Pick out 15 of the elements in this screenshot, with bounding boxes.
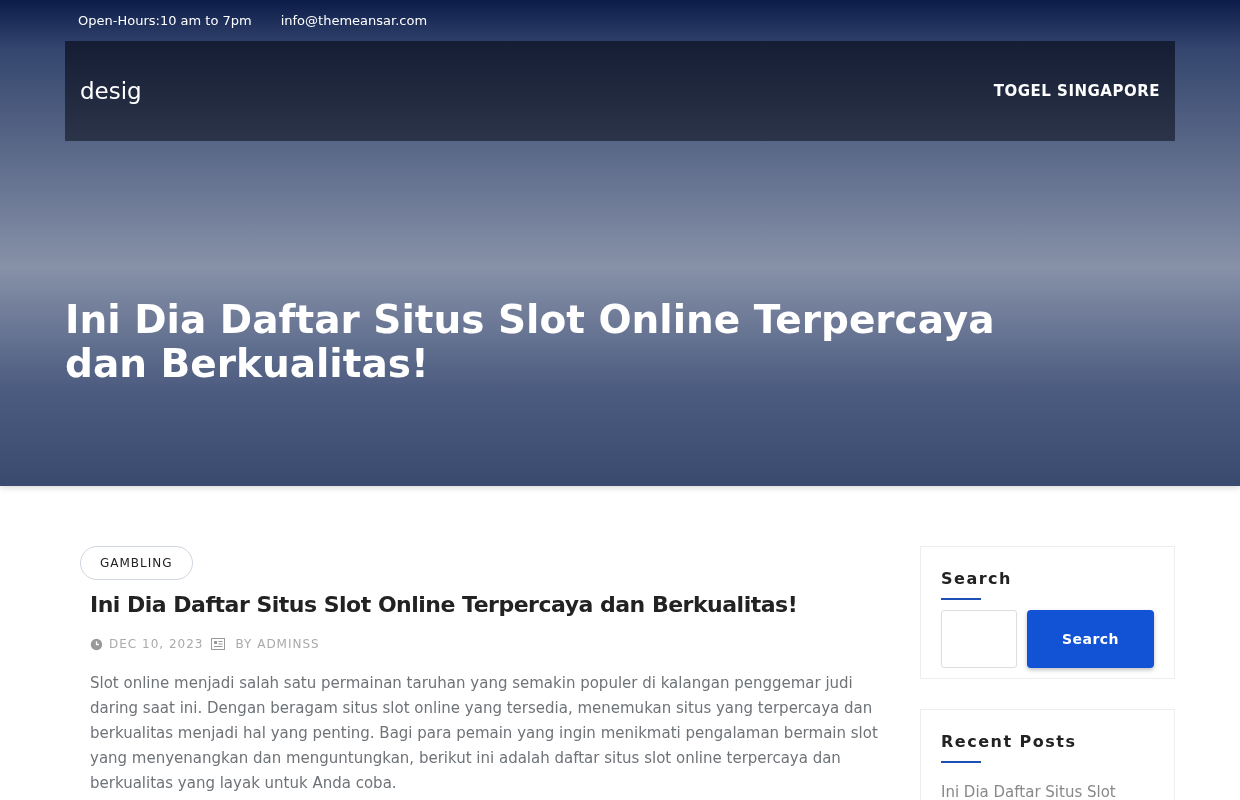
clock-icon — [90, 637, 103, 651]
post-date: DEC 10, 2023 — [109, 636, 204, 653]
recent-post-link[interactable]: Ini Dia Daftar Situs Slot — [941, 781, 1154, 800]
nav-link[interactable]: TOGEL SINGAPORE — [993, 79, 1160, 103]
hero-title: Ini Dia Daftar Situs Slot Online Terpercaya dan Berkualitas! — [65, 298, 996, 386]
post-title[interactable]: Ini Dia Daftar Situs Slot Online Terpercaya dan Berkualitas! — [90, 588, 875, 621]
post-excerpt: Slot online menjadi salah satu permainan taruhan yang semakin populer di kalangan penggemar judi daring saat ini. Dengan beragam situs slot online yang tersedia, menemukan situs yang terpercaya dan berkualitas menjadi hal yang penting. Bagi para pemain yang ingin menikmati pengalaman bermain slot yang menyenangkan dan menguntungkan, berikut ini adalah daftar situs slot online terpercaya dan berkualitas yang layak untuk Anda coba. — [90, 673, 879, 794]
open-hours-text: Open-Hours:10 am to 7pm — [78, 11, 252, 30]
widget-title: Recent Posts — [941, 731, 1078, 753]
site-logo[interactable]: desig — [80, 73, 142, 109]
newspaper-icon — [211, 638, 226, 650]
widget-title: Search — [941, 568, 1013, 590]
search-button[interactable]: Search — [1027, 610, 1154, 668]
email-link[interactable]: info@themeansar.com — [280, 10, 428, 31]
search-field[interactable] — [941, 610, 1017, 668]
